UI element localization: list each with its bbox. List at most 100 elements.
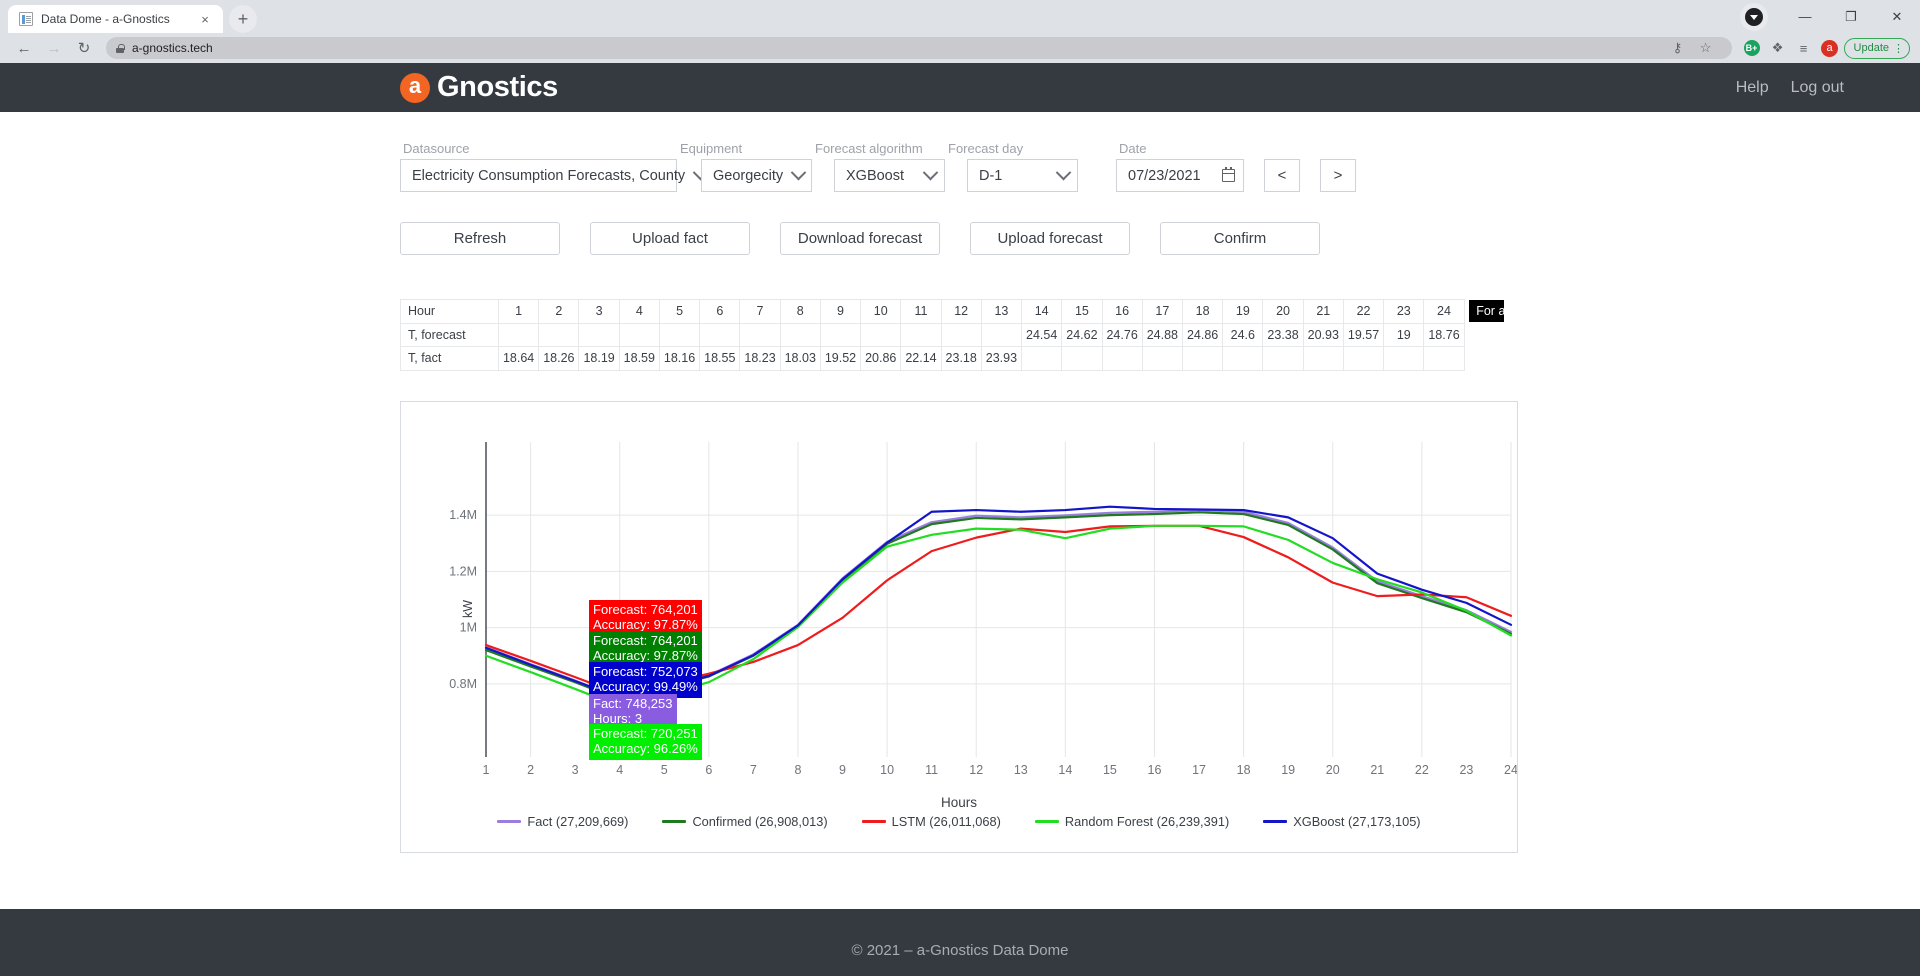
account-avatar-icon[interactable]: a — [1818, 36, 1842, 60]
address-bar-url: a-gnostics.tech — [132, 41, 213, 55]
puzzle-extensions-icon[interactable]: ❖ — [1766, 36, 1790, 60]
table-cell — [618, 322, 660, 347]
table-cell — [1061, 346, 1103, 371]
table-row-header: T, forecast — [400, 322, 499, 347]
algorithm-value: XGBoost — [846, 167, 905, 184]
chart-legend-item[interactable]: LSTM (26,011,068) — [861, 814, 1001, 829]
back-button[interactable]: ← — [10, 34, 38, 62]
table-cell — [1302, 346, 1344, 371]
table-cell: 24.6 — [1222, 322, 1264, 347]
main-content: Datasource Electricity Consumption Forec… — [0, 112, 1920, 909]
table-cell: 7 — [739, 299, 781, 324]
next-day-button[interactable]: > — [1320, 159, 1356, 192]
table-cell: 18.59 — [618, 346, 660, 371]
app-header: a Gnostics Help Log out — [0, 63, 1920, 112]
download-forecast-button[interactable]: Download forecast — [780, 222, 940, 255]
close-window-button[interactable]: ✕ — [1874, 0, 1920, 33]
update-chrome-button[interactable]: Update ⋮ — [1843, 37, 1910, 59]
chart-x-tick-label: 24 — [1504, 763, 1517, 777]
table-cell — [1141, 346, 1183, 371]
table-cell — [900, 322, 942, 347]
chart-x-tick-label: 1 — [483, 763, 490, 777]
date-value: 07/23/2021 — [1128, 167, 1201, 184]
chart-tooltip-line: Forecast: 752,073 — [593, 663, 698, 679]
legend-color-swatch — [662, 819, 687, 823]
chart-x-tick-label: 7 — [750, 763, 757, 777]
address-bar[interactable]: a-gnostics.tech ⚷ ☆ — [106, 37, 1732, 59]
page-favicon-icon — [19, 12, 33, 26]
forecast-day-select[interactable]: D-1 — [967, 159, 1078, 192]
hours-table-body: Hour 1 2 3 4 5 6 7 8 9 10 11 12 13 14 15 16 17 18 19 20 21 22 2… — [400, 299, 1505, 371]
date-input[interactable]: 07/23/2021 — [1116, 159, 1244, 192]
table-cell: 2 — [538, 299, 580, 324]
browser-tab-bar: Data Dome - a-Gnostics × + — ❐ ✕ — [0, 0, 1920, 33]
chart-legend-item[interactable]: Fact (27,209,669) — [497, 814, 628, 829]
chart-tooltip-line: Accuracy: 96.26% — [593, 741, 698, 756]
browser-tab[interactable]: Data Dome - a-Gnostics × — [8, 5, 223, 33]
table-cell: 24 — [1423, 299, 1465, 324]
confirm-button[interactable]: Confirm — [1160, 222, 1320, 255]
table-cell: 10 — [860, 299, 902, 324]
maximize-window-button[interactable]: ❐ — [1828, 0, 1874, 33]
minimize-window-button[interactable]: — — [1782, 0, 1828, 33]
forward-button[interactable]: → — [40, 34, 68, 62]
footer-text: © 2021 – a-Gnostics Data Dome — [851, 942, 1069, 959]
profile-avatar-icon — [1745, 7, 1763, 26]
bookmark-star-icon[interactable]: ☆ — [1694, 36, 1718, 60]
calendar-icon[interactable] — [1222, 167, 1235, 182]
chart-legend: Fact (27,209,669) Confirmed (26,908,013) L… — [401, 814, 1517, 829]
previous-day-button[interactable]: < — [1264, 159, 1300, 192]
chart-legend-item[interactable]: XGBoost (27,173,105) — [1263, 814, 1421, 829]
table-cell: 18 — [1181, 299, 1224, 324]
table-row-header: T, fact — [400, 346, 499, 371]
table-cell — [1181, 346, 1224, 371]
profile-chip-button[interactable] — [1740, 2, 1768, 31]
password-key-icon[interactable]: ⚷ — [1666, 36, 1690, 60]
chart-plot-area: 0.8M 1M 1.2M 1.4M 1 2 3 4 5 6 7 8 9 10 11 12 13 14 15 16 17 1… — [401, 402, 1518, 852]
hours-table-container: Hour 1 2 3 4 5 6 7 8 9 10 11 12 13 14 15 16 17 18 19 20 21 22 2… — [400, 299, 1505, 371]
chart-y-tick-label: 1.2M — [449, 564, 477, 578]
new-tab-button[interactable]: + — [229, 5, 257, 33]
browser-menu-icon[interactable]: ⋮ — [1893, 42, 1904, 55]
chart-x-tick-label: 10 — [880, 763, 894, 777]
legend-color-swatch — [861, 819, 886, 823]
chart-x-tick-label: 19 — [1281, 763, 1295, 777]
table-cell — [779, 322, 821, 347]
brand-logo[interactable]: a Gnostics — [400, 71, 558, 104]
close-tab-icon[interactable]: × — [197, 13, 213, 26]
upload-forecast-button[interactable]: Upload forecast — [970, 222, 1130, 255]
refresh-button[interactable]: Refresh — [400, 222, 560, 255]
chart-x-tick-label: 9 — [839, 763, 846, 777]
table-row: T, forecast 24.54 24.62 24.76 24.88 24.86 24.6… — [400, 322, 1505, 347]
for-a-day-button[interactable]: For a day — [1468, 300, 1505, 323]
chart-legend-item[interactable]: Random Forest (26,239,391) — [1034, 814, 1229, 829]
table-cell: 16 — [1101, 299, 1143, 324]
equipment-select[interactable]: Georgecity — [701, 159, 812, 192]
chart-legend-item[interactable]: Confirmed (26,908,013) — [662, 814, 828, 829]
table-cell: 5 — [658, 299, 701, 324]
chart-x-tick-label: 17 — [1192, 763, 1206, 777]
chart-x-tick-label: 8 — [794, 763, 801, 777]
update-button-label: Update — [1853, 42, 1889, 54]
nav-link-logout[interactable]: Log out — [1791, 79, 1844, 97]
chart-x-tick-label: 11 — [925, 763, 938, 777]
equipment-label: Equipment — [680, 141, 743, 156]
chart-y-tick-label: 0.8M — [449, 676, 477, 690]
chart-tooltip-line: Forecast: 764,201 — [593, 601, 698, 617]
field-datasource: Datasource Electricity Consumption Forec… — [400, 141, 709, 192]
extension-badge-icon[interactable]: B+ — [1740, 36, 1764, 60]
chart-x-tick-label: 18 — [1237, 763, 1251, 777]
table-cell: 22.14 — [900, 346, 942, 371]
table-cell: 13 — [980, 299, 1023, 324]
media-list-icon[interactable]: ≡ — [1792, 36, 1816, 60]
table-cell — [1101, 346, 1143, 371]
hours-table: Hour 1 2 3 4 5 6 7 8 9 10 11 12 13 14 15 16 17 18 19 20 21 22 2… — [400, 299, 1505, 371]
reload-button[interactable]: ↻ — [70, 34, 98, 62]
table-cell: 23 — [1383, 299, 1425, 324]
forecast-algorithm-select[interactable]: XGBoost — [834, 159, 945, 192]
chart-x-tick-label: 22 — [1415, 763, 1429, 777]
table-cell: 11 — [900, 299, 942, 324]
datasource-select[interactable]: Electricity Consumption Forecasts, Count… — [400, 159, 709, 192]
nav-link-help[interactable]: Help — [1736, 79, 1769, 97]
upload-fact-button[interactable]: Upload fact — [590, 222, 750, 255]
